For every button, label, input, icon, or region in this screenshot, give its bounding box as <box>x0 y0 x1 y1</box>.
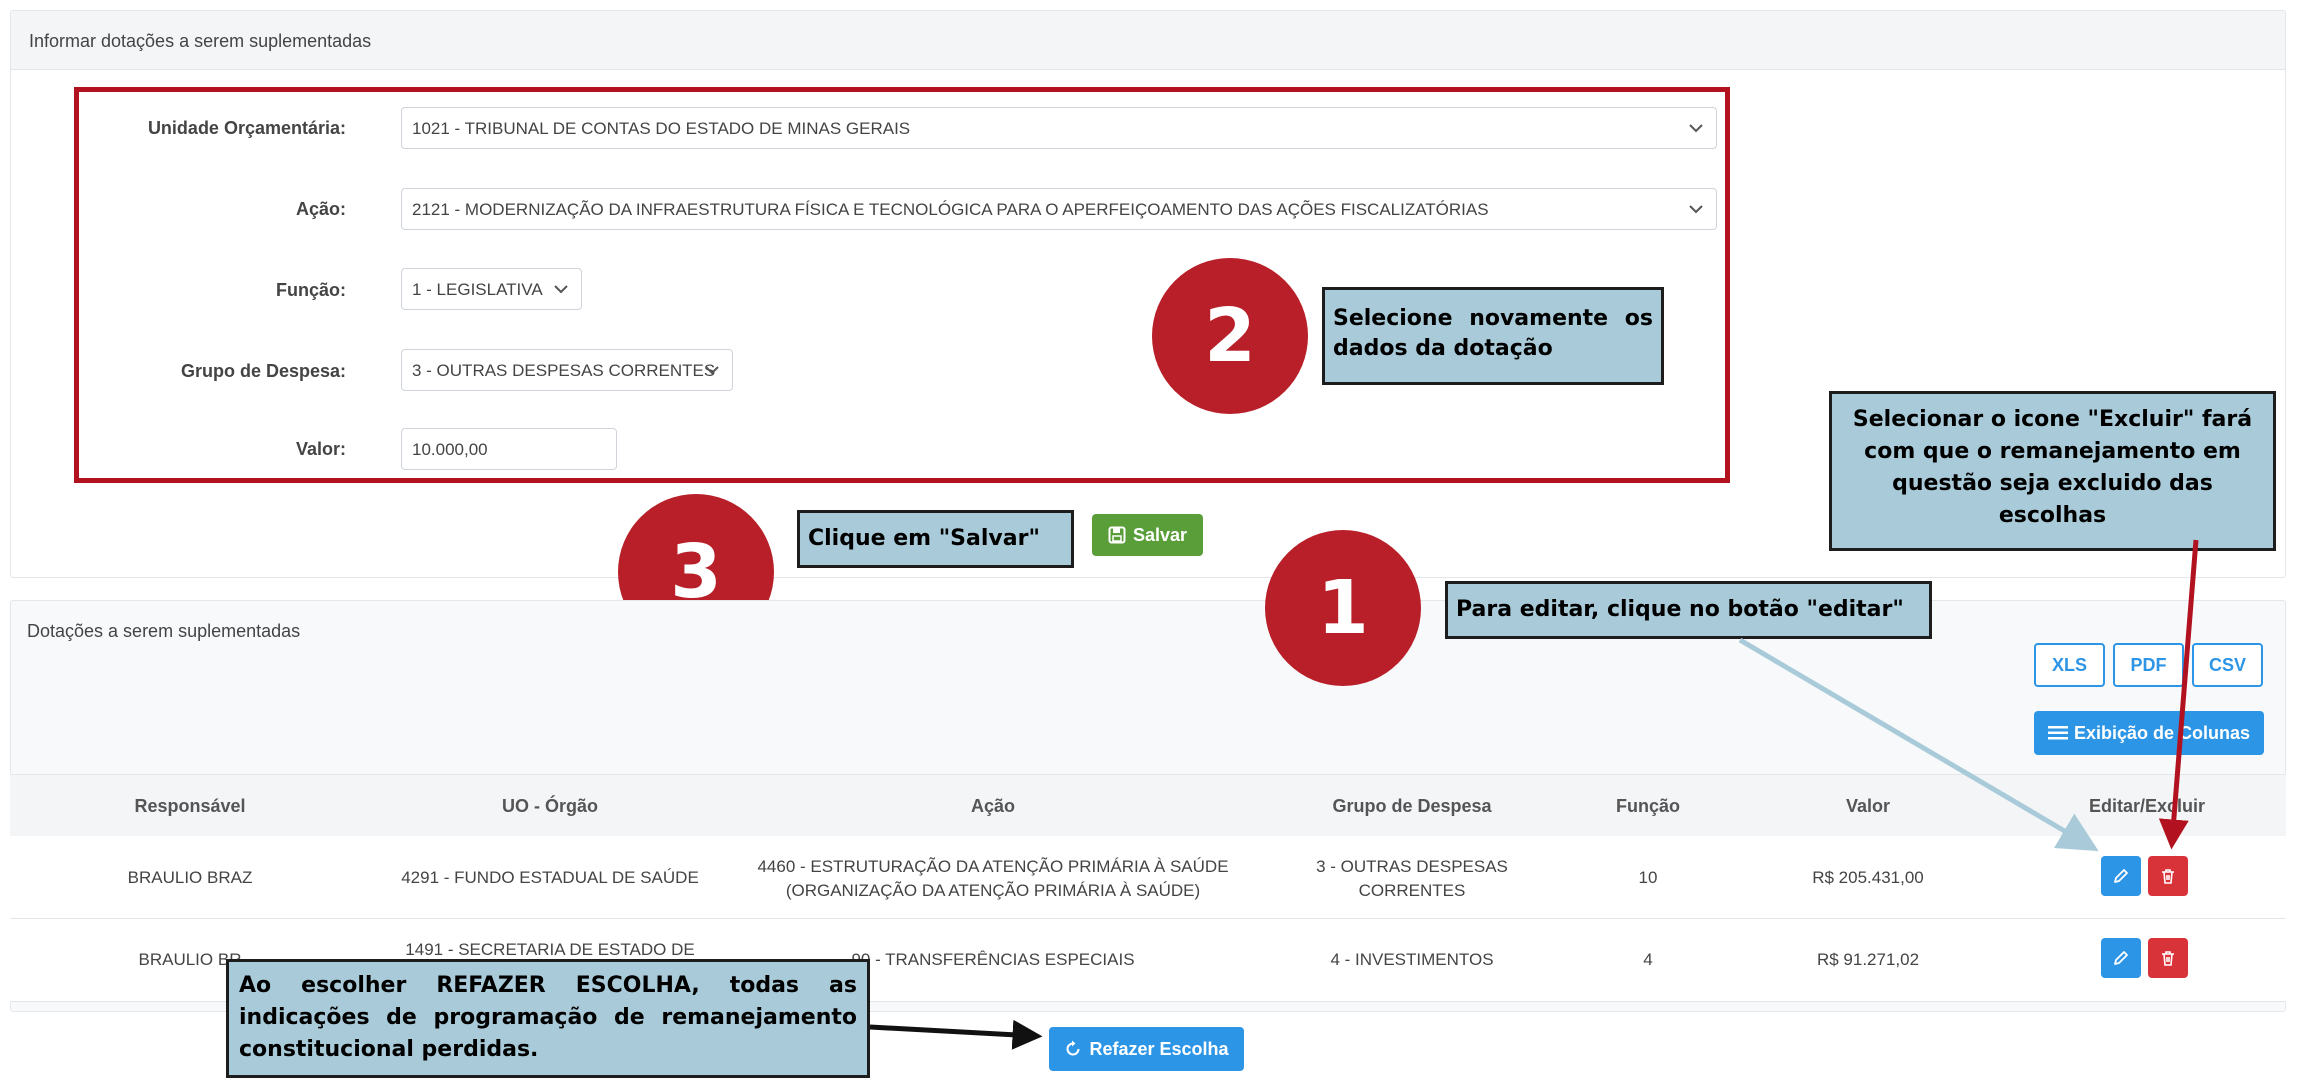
arrow-to-edit-button <box>1738 637 2099 852</box>
arrow-to-delete-button <box>2158 539 2199 850</box>
arrow-to-redo-button <box>869 1019 1043 1050</box>
annotation-arrows <box>869 539 2199 1050</box>
